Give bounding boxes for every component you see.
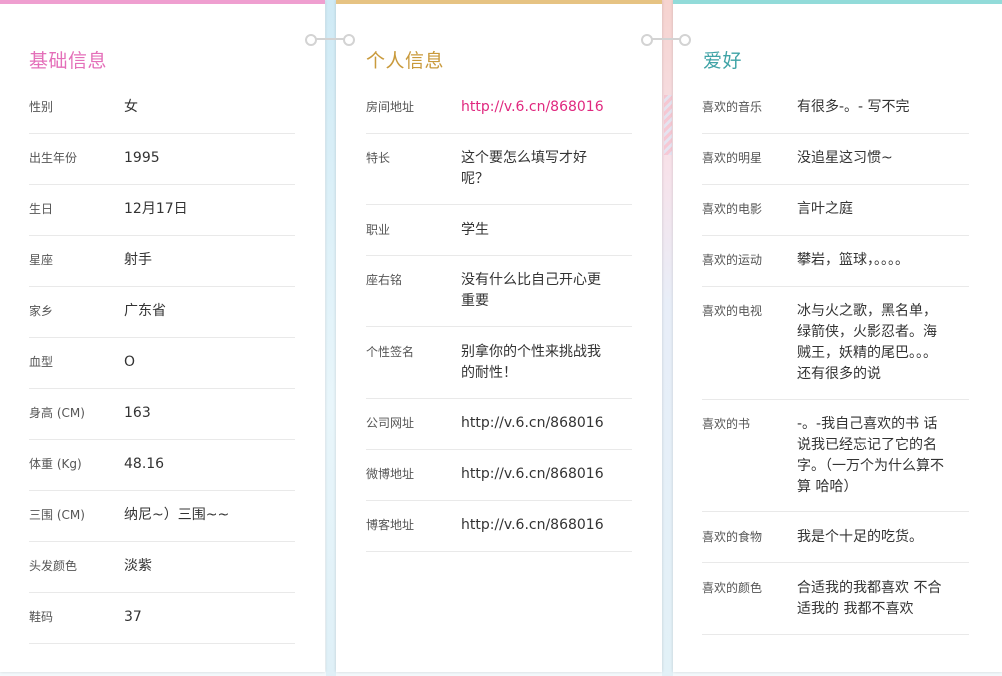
basic-info-title: 基础信息 <box>29 49 108 72</box>
field-value: 有很多-。- 写不完 <box>797 99 910 115</box>
field-value: 淡紫 <box>124 558 152 574</box>
field-value: 言叶之庭 <box>797 201 853 217</box>
list-item: 喜欢的运动 攀岩，篮球，。。。。 <box>702 236 969 287</box>
field-label: 喜欢的书 <box>702 417 751 431</box>
field-label: 喜欢的明星 <box>702 151 763 165</box>
field-label: 鞋码 <box>29 610 54 624</box>
field-value: -。-我自己喜欢的书 话说我已经忘记了它的名字。（一万个为什么算不算 哈哈） <box>797 416 944 495</box>
list-item: 出生年份 1995 <box>29 134 295 185</box>
room-link[interactable]: http://v.6.cn/868016 <box>461 97 611 133</box>
list-item: 鞋码 37 <box>29 593 295 644</box>
field-label: 房间地址 <box>366 100 415 114</box>
list-item: 三围 (CM) 纳尼~）三围~~ <box>29 491 295 542</box>
field-value: 学生 <box>461 222 489 238</box>
field-label: 座右铭 <box>366 273 403 287</box>
field-value: 合适我的我都喜欢 不合适我的 我都不喜欢 <box>797 580 942 617</box>
list-item: 喜欢的电影 言叶之庭 <box>702 185 969 236</box>
list-item: 喜欢的书 -。-我自己喜欢的书 话说我已经忘记了它的名字。（一万个为什么算不算 哈… <box>702 400 969 512</box>
hobby-list: 喜欢的音乐 有很多-。- 写不完 喜欢的明星 没追星这习惯~ 喜欢的电影 言叶之庭 喜… <box>702 82 969 635</box>
list-item: 喜欢的音乐 有很多-。- 写不完 <box>702 82 969 134</box>
field-value: 37 <box>124 609 142 625</box>
list-item: 微博地址 http://v.6.cn/868016 <box>366 450 632 501</box>
field-value: 射手 <box>124 252 152 268</box>
field-label: 性别 <box>29 100 54 114</box>
basic-info-accent-bar <box>0 0 325 4</box>
list-item: 血型 O <box>29 338 295 389</box>
list-item: 星座 射手 <box>29 236 295 287</box>
field-label: 头发颜色 <box>29 559 78 573</box>
personal-info-list: 房间地址 http://v.6.cn/868016 特长 这个要怎么填写才好呢？ 职… <box>366 82 632 552</box>
basic-info-list: 性别 女 出生年份 1995 生日 12月17日 星座 射手 家乡 广东省 血型 O 身高 … <box>29 82 295 644</box>
field-value: O <box>124 354 136 370</box>
field-value[interactable]: http://v.6.cn/868016 <box>461 515 611 551</box>
hobby-accent-bar <box>673 0 1002 4</box>
card-connector <box>305 33 355 46</box>
field-label: 喜欢的运动 <box>702 253 763 267</box>
personal-info-title: 个人信息 <box>366 49 445 72</box>
field-value: 广东省 <box>124 303 166 319</box>
field-value: 我是个十足的吃货。 <box>797 529 923 545</box>
field-value: 冰与火之歌，黑名单，绿箭侠，火影忍者。海贼王，妖精的尾巴。。。还有很多的说 <box>797 303 937 382</box>
field-label: 血型 <box>29 355 54 369</box>
list-item: 身高 (CM) 163 <box>29 389 295 440</box>
list-item: 性别 女 <box>29 82 295 134</box>
card-connector <box>641 33 691 46</box>
list-item: 博客地址 http://v.6.cn/868016 <box>366 501 632 552</box>
field-label: 星座 <box>29 253 54 267</box>
field-label: 喜欢的音乐 <box>702 100 763 114</box>
hobby-card: 爱好 喜欢的音乐 有很多-。- 写不完 喜欢的明星 没追星这习惯~ 喜欢的电影 言叶之… <box>673 0 1002 672</box>
field-value[interactable]: http://v.6.cn/868016 <box>461 464 611 500</box>
list-item: 公司网址 http://v.6.cn/868016 <box>366 399 632 450</box>
list-item: 喜欢的电视 冰与火之歌，黑名单，绿箭侠，火影忍者。海贼王，妖精的尾巴。。。还有很多… <box>702 287 969 400</box>
list-item: 座右铭 没有什么比自己开心更重要 <box>366 256 632 327</box>
field-value: 163 <box>124 405 151 421</box>
field-label: 职业 <box>366 223 391 237</box>
list-item: 喜欢的颜色 合适我的我都喜欢 不合适我的 我都不喜欢 <box>702 563 969 635</box>
field-label: 微博地址 <box>366 467 415 481</box>
field-value: 没有什么比自己开心更重要 <box>461 272 601 309</box>
field-value: 女 <box>124 99 138 115</box>
list-item: 喜欢的明星 没追星这习惯~ <box>702 134 969 185</box>
list-item: 喜欢的食物 我是个十足的吃货。 <box>702 512 969 563</box>
list-item: 体重 (Kg) 48.16 <box>29 440 295 491</box>
field-label: 喜欢的电影 <box>702 202 763 216</box>
list-item: 家乡 广东省 <box>29 287 295 338</box>
field-value[interactable]: http://v.6.cn/868016 <box>461 413 611 449</box>
list-item: 特长 这个要怎么填写才好呢？ <box>366 134 632 205</box>
field-label: 特长 <box>366 151 391 165</box>
list-item: 个性签名 别拿你的个性来挑战我的耐性！ <box>366 327 632 399</box>
field-value: 1995 <box>124 150 160 166</box>
field-label: 体重 (Kg) <box>29 457 82 471</box>
list-item: 生日 12月17日 <box>29 185 295 236</box>
basic-info-card: 基础信息 性别 女 出生年份 1995 生日 12月17日 星座 射手 家乡 广东省 血型… <box>0 0 325 672</box>
field-label: 喜欢的颜色 <box>702 581 763 595</box>
field-value: 别拿你的个性来挑战我的耐性！ <box>461 344 601 381</box>
field-label: 个性签名 <box>366 345 415 359</box>
personal-info-card: 个人信息 房间地址 http://v.6.cn/868016 特长 这个要怎么填写才… <box>336 0 662 672</box>
field-label: 生日 <box>29 202 54 216</box>
field-label: 喜欢的电视 <box>702 304 763 318</box>
field-label: 三围 (CM) <box>29 508 85 522</box>
field-label: 喜欢的食物 <box>702 530 763 544</box>
field-value: 纳尼~）三围~~ <box>124 507 230 523</box>
field-label: 出生年份 <box>29 151 78 165</box>
field-label: 公司网址 <box>366 416 415 430</box>
field-value: 48.16 <box>124 456 165 472</box>
field-value: 没追星这习惯~ <box>797 150 893 166</box>
list-item: 职业 学生 <box>366 205 632 256</box>
field-value: 12月17日 <box>124 201 188 217</box>
field-label: 博客地址 <box>366 518 415 532</box>
field-value: 这个要怎么填写才好呢？ <box>461 150 587 187</box>
list-item: 头发颜色 淡紫 <box>29 542 295 593</box>
field-label: 家乡 <box>29 304 54 318</box>
field-label: 身高 (CM) <box>29 406 85 420</box>
field-value: 攀岩，篮球，。。。。 <box>797 252 909 268</box>
hobby-title: 爱好 <box>703 49 743 72</box>
personal-info-accent-bar <box>336 0 662 4</box>
list-item: 房间地址 http://v.6.cn/868016 <box>366 82 632 134</box>
